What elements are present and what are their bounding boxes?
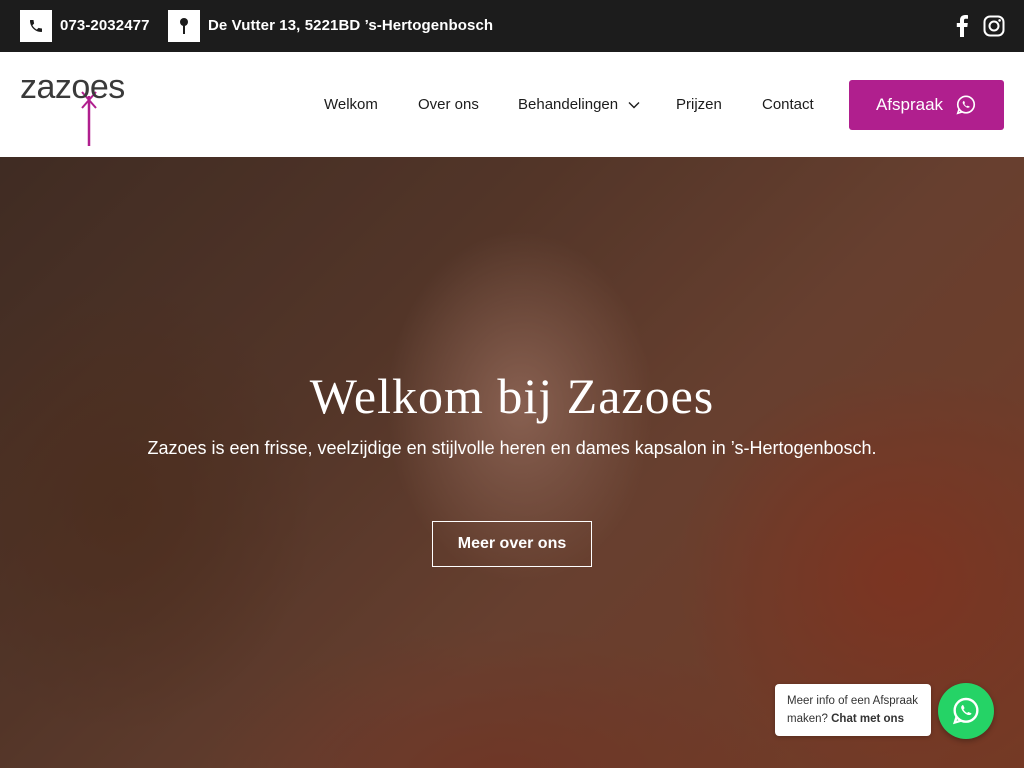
facebook-icon[interactable]	[950, 14, 974, 38]
nav-item-contact[interactable]: Contact	[762, 96, 814, 113]
whatsapp-chat-button[interactable]	[938, 683, 994, 739]
meer-over-ons-button[interactable]: Meer over ons	[432, 521, 592, 567]
address[interactable]: De Vutter 13, 5221BD ’s-Hertogenbosch	[208, 17, 493, 34]
chat-prompt[interactable]: Meer info of een Afspraak maken? Chat me…	[775, 684, 931, 736]
nav-item-behandelingen-label: Behandelingen	[518, 96, 619, 113]
chat-prompt-line1: Meer info of een Afspraak	[787, 695, 919, 707]
logo[interactable]: zazoes	[18, 66, 128, 146]
nav-item-prijzen[interactable]: Prijzen	[676, 96, 722, 113]
nav-item-over-ons[interactable]: Over ons	[418, 96, 479, 113]
nav-item-welkom[interactable]: Welkom	[324, 96, 378, 113]
hero-title: Welkom bij Zazoes	[309, 368, 715, 424]
logo-text: zazoes	[20, 68, 125, 106]
hero-image	[0, 157, 1024, 768]
whatsapp-icon	[952, 697, 979, 725]
chat-prompt-line2: maken? Chat met ons	[787, 713, 904, 725]
chevron-down-icon	[628, 102, 640, 109]
afspraak-button[interactable]: Afspraak	[849, 80, 1004, 130]
phone-icon[interactable]	[20, 10, 52, 42]
whatsapp-icon	[956, 95, 976, 115]
nav-item-behandelingen[interactable]: Behandelingen	[518, 96, 640, 113]
phone-number[interactable]: 073-2032477	[60, 17, 150, 34]
main-header: zazoes Welkom Over ons Behandelingen Pri…	[0, 52, 1024, 157]
afspraak-button-label: Afspraak	[875, 95, 944, 114]
top-bar: 073-2032477 De Vutter 13, 5221BD ’s-Hert…	[0, 0, 1024, 52]
instagram-icon[interactable]	[982, 14, 1006, 38]
hero-subtitle: Zazoes is een frisse, veelzijdige en sti…	[147, 438, 877, 458]
chat-met-ons-link: Chat met ons	[831, 713, 904, 725]
hero-section: Welkom bij Zazoes Zazoes is een frisse, …	[0, 157, 1024, 768]
location-pin-icon	[168, 10, 200, 42]
